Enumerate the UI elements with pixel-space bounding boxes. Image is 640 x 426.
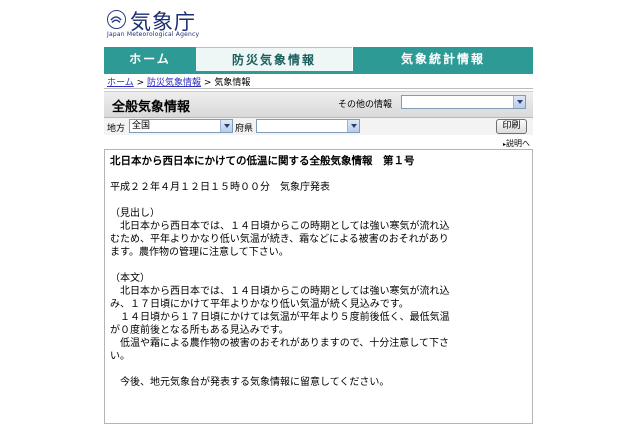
jma-logo-icon[interactable] [107,10,126,29]
tab-weather-statistics[interactable]: 気象統計情報 [352,47,533,71]
body-line: １４日頃から１７日頃にかけては気温が平年より５度前後低く、最低気温 [110,312,450,323]
other-info-select[interactable] [401,95,526,109]
bulletin-heading: 北日本から西日本にかけての低温に関する全般気象情報 第１号 [110,155,415,167]
tab-disaster-weather-info[interactable]: 防災気象情報 [196,47,352,71]
breadcrumb: ホーム > 防災気象情報 > 気象情報 [107,75,250,88]
body-line: が０度前後となる所もある見込みです。 [110,325,289,336]
region-select[interactable]: 全国 [129,119,233,133]
chevron-down-icon[interactable] [347,120,359,132]
other-info-label: その他の情報 [338,100,393,110]
nav-divider [104,71,533,74]
body-line: 北日本から西日本では、１４日頃からこの時期としては強い寒気が流れ込 [110,286,450,297]
help-link[interactable]: ▸説明へ [503,138,530,149]
summary-label: （見出し） [110,208,160,219]
breadcrumb-current: 気象情報 [214,78,251,88]
page-title: 全般気象情報 [112,100,191,115]
bulletin-issued: 平成２２年４月１２日１５時００分 気象庁発表 [110,182,330,193]
breadcrumb-separator: > [203,78,212,88]
main-nav: ホーム 防災気象情報 気象統計情報 [104,47,533,71]
prefecture-label: 府県 [235,124,254,134]
prefecture-select[interactable] [256,119,360,133]
body-label: （本文） [110,273,150,284]
agency-name-english: Japan Meteorological Agency [107,31,200,38]
chevron-down-icon[interactable] [513,96,525,108]
tab-home[interactable]: ホーム [104,47,196,71]
breadcrumb-disaster-info-link[interactable]: 防災気象情報 [147,78,201,88]
summary-line: 北日本から西日本では、１４日頃からこの時期としては強い寒気が流れ込 [110,221,450,232]
summary-line: むため、平年よりかなり低い気温が続き、霜などによる被害のおそれがあり [110,234,449,245]
region-value: 全国 [132,121,151,131]
print-button[interactable]: 印刷 [496,119,527,134]
breadcrumb-separator: > [136,78,145,88]
body-line: い。 [110,351,130,362]
help-link-label: 説明へ [506,139,531,148]
bulletin-text: 北日本から西日本にかけての低温に関する全般気象情報 第１号 平成２２年４月１２日… [110,155,528,389]
region-label: 地方 [107,124,126,134]
body-line: 低温や霜による農作物の被害のおそれがありますので、十分注意して下さ [110,338,449,349]
chevron-down-icon[interactable] [220,120,232,132]
breadcrumb-home-link[interactable]: ホーム [107,78,134,88]
summary-line: ます。農作物の管理に注意して下さい。 [110,247,289,258]
body-line: み、１７日頃にかけて平年よりかなり低い気温が続く見込みです。 [110,299,409,310]
breadcrumb-divider [104,88,533,89]
closing-line: 今後、地元気象台が発表する気象情報に留意してください。 [110,377,390,388]
